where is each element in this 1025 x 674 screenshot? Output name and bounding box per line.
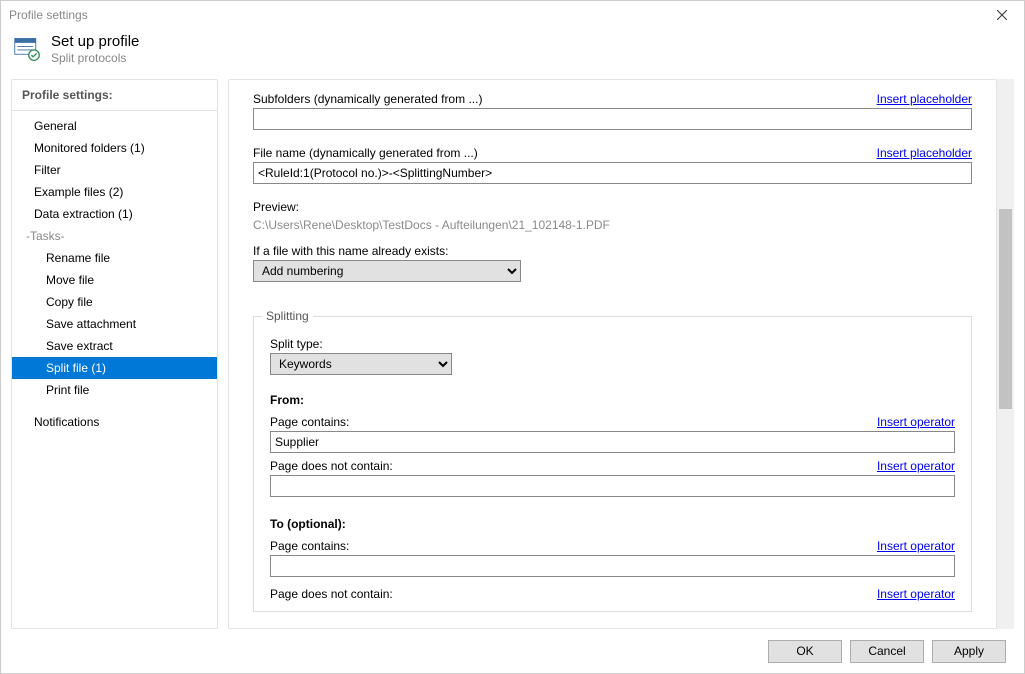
preview-path: C:\Users\Rene\Desktop\TestDocs - Aufteil…	[253, 216, 972, 238]
ok-button[interactable]: OK	[768, 640, 842, 663]
profile-icon	[13, 35, 41, 63]
dialog-body: Profile settings: General Monitored fold…	[1, 79, 1024, 629]
close-icon	[997, 10, 1007, 20]
from-not-contains-insert-operator-link[interactable]: Insert operator	[877, 459, 955, 473]
close-button[interactable]	[979, 1, 1024, 29]
main-area: Subfolders (dynamically generated from .…	[228, 79, 1014, 629]
to-contains-insert-operator-link[interactable]: Insert operator	[877, 539, 955, 553]
filename-input[interactable]	[253, 162, 972, 184]
exists-label: If a file with this name already exists:	[253, 238, 972, 260]
splitting-legend: Splitting	[262, 309, 313, 323]
from-contains-insert-operator-link[interactable]: Insert operator	[877, 415, 955, 429]
splitting-groupbox: Splitting Split type: Keywords From: Pag…	[253, 316, 972, 612]
from-page-contains-label: Page contains:	[270, 409, 349, 431]
sidebar-task-rename-file[interactable]: Rename file	[12, 247, 217, 269]
filename-insert-placeholder-link[interactable]: Insert placeholder	[877, 146, 972, 160]
to-label: To (optional):	[270, 511, 955, 533]
sidebar-task-copy-file[interactable]: Copy file	[12, 291, 217, 313]
dialog-footer: OK Cancel Apply	[1, 629, 1024, 673]
sidebar-task-split-file[interactable]: Split file (1)	[12, 357, 217, 379]
sidebar-task-save-attachment[interactable]: Save attachment	[12, 313, 217, 335]
sidebar-item-general[interactable]: General	[12, 115, 217, 137]
sidebar-task-print-file[interactable]: Print file	[12, 379, 217, 401]
sidebar-item-data-extraction[interactable]: Data extraction (1)	[12, 203, 217, 225]
split-type-label: Split type:	[270, 331, 955, 353]
sidebar-item-example-files[interactable]: Example files (2)	[12, 181, 217, 203]
from-page-not-contains-label: Page does not contain:	[270, 453, 393, 475]
to-page-contains-label: Page contains:	[270, 533, 349, 555]
dialog-window: Profile settings Set up profile Split pr…	[0, 0, 1025, 674]
cancel-button[interactable]: Cancel	[850, 640, 924, 663]
header-subtitle: Split protocols	[51, 51, 139, 65]
main-panel: Subfolders (dynamically generated from .…	[228, 79, 997, 629]
dialog-header: Set up profile Split protocols	[1, 29, 1024, 79]
sidebar-group-tasks: -Tasks-	[12, 225, 217, 247]
sidebar-title: Profile settings:	[12, 80, 217, 111]
subfolders-insert-placeholder-link[interactable]: Insert placeholder	[877, 92, 972, 106]
sidebar-task-move-file[interactable]: Move file	[12, 269, 217, 291]
sidebar-item-monitored-folders[interactable]: Monitored folders (1)	[12, 137, 217, 159]
sidebar: Profile settings: General Monitored fold…	[11, 79, 218, 629]
subfolders-label: Subfolders (dynamically generated from .…	[253, 86, 482, 108]
header-title: Set up profile	[51, 33, 139, 51]
from-page-not-contains-input[interactable]	[270, 475, 955, 497]
scrollbar-thumb[interactable]	[999, 209, 1012, 409]
from-page-contains-input[interactable]	[270, 431, 955, 453]
window-title: Profile settings	[9, 8, 88, 22]
exists-select[interactable]: Add numbering	[253, 260, 521, 282]
split-type-select[interactable]: Keywords	[270, 353, 452, 375]
to-not-contains-insert-operator-link[interactable]: Insert operator	[877, 587, 955, 601]
titlebar: Profile settings	[1, 1, 1024, 29]
main-scrollbar[interactable]	[997, 79, 1014, 629]
from-label: From:	[270, 387, 955, 409]
preview-label: Preview:	[253, 194, 972, 216]
subfolders-input[interactable]	[253, 108, 972, 130]
to-page-not-contains-label: Page does not contain:	[270, 581, 393, 601]
sidebar-item-notifications[interactable]: Notifications	[12, 411, 217, 433]
sidebar-task-save-extract[interactable]: Save extract	[12, 335, 217, 357]
to-page-contains-input[interactable]	[270, 555, 955, 577]
apply-button[interactable]: Apply	[932, 640, 1006, 663]
sidebar-item-filter[interactable]: Filter	[12, 159, 217, 181]
filename-label: File name (dynamically generated from ..…	[253, 140, 478, 162]
